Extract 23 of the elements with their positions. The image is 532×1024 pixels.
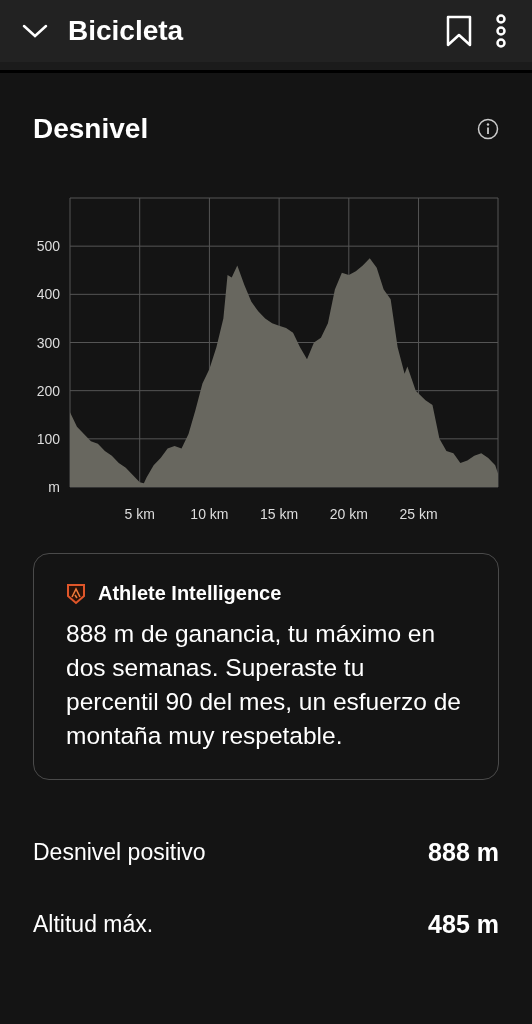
shield-icon: [66, 582, 86, 605]
axis-label: 20 km: [329, 506, 368, 522]
page-title: Bicicleta: [68, 15, 185, 47]
axis-label: 200: [36, 382, 60, 399]
info-icon[interactable]: [477, 118, 499, 140]
axis-label: 500: [36, 238, 60, 255]
stat-value: 485 m: [428, 909, 499, 939]
bookmark-icon[interactable]: [446, 15, 472, 47]
axis-label: 10 km: [190, 506, 229, 522]
stat-label: Altitud máx.: [33, 910, 154, 938]
axis-label: 300: [36, 334, 60, 351]
chevron-down-icon[interactable]: [22, 23, 48, 39]
stat-value: 888 m: [428, 837, 499, 867]
insight-text: 888 m de ganancia, tu máximo en dos semanas. Superaste tu percentil 90 del mes, un esfuerzo de montaña muy respetable.: [66, 619, 462, 751]
insight-title: Athlete Intelligence: [98, 582, 282, 605]
axis-label: m: [48, 479, 60, 495]
section-title: Desnivel: [33, 113, 149, 145]
axis-label: 5 km: [124, 506, 155, 522]
stat-label: Desnivel positivo: [33, 838, 206, 866]
axis-label: 400: [36, 286, 60, 303]
axis-label: 100: [36, 430, 60, 447]
axis-label: 25 km: [399, 506, 438, 522]
axis-label: 15 km: [260, 506, 299, 522]
